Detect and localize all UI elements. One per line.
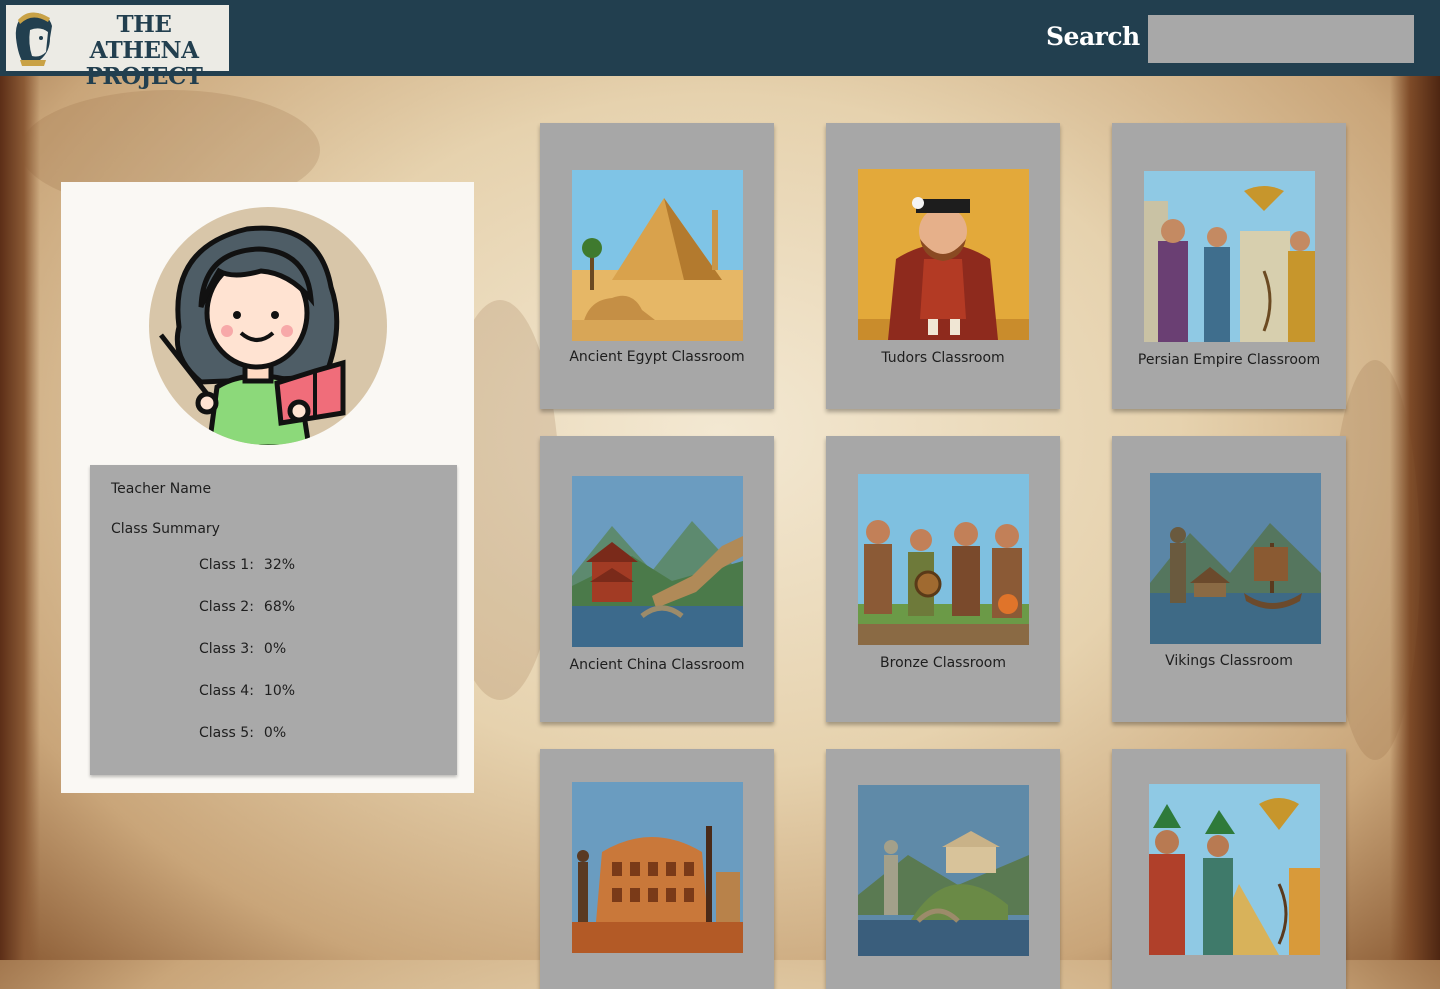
logo-line-1: THE ATHENA <box>89 11 199 64</box>
classroom-card-vikings[interactable]: Vikings Classroom <box>1112 436 1346 722</box>
classroom-card-bronze[interactable]: Bronze Classroom <box>826 436 1060 722</box>
class-summary-row: Class 2: 68% <box>199 599 295 615</box>
class-label: Class 4: <box>199 683 254 699</box>
classroom-card-ancient-egypt[interactable]: Ancient Egypt Classroom <box>540 123 774 409</box>
class-percent: 68% <box>263 599 296 615</box>
classroom-card-tudors[interactable]: Tudors Classroom <box>826 123 1060 409</box>
classroom-title: Ancient China Classroom <box>569 657 745 673</box>
aztec-figures-image <box>1149 784 1320 955</box>
spartan-helmet-icon <box>10 8 56 68</box>
classroom-title: Vikings Classroom <box>1165 653 1293 669</box>
search-input[interactable] <box>1148 15 1414 63</box>
classroom-title: Bronze Classroom <box>880 655 1006 671</box>
bronze-age-people-image <box>858 474 1029 645</box>
classroom-card-ancient-china[interactable]: Ancient China Classroom <box>540 436 774 722</box>
colosseum-image <box>572 782 743 953</box>
classroom-card-persian-empire[interactable]: Persian Empire Classroom <box>1112 123 1346 409</box>
tudor-king-image <box>858 169 1029 340</box>
teacher-avatar[interactable] <box>149 207 387 445</box>
class-label: Class 3: <box>199 641 254 657</box>
class-label: Class 5: <box>199 725 254 741</box>
class-percent: 0% <box>263 725 287 741</box>
class-summary-title: Class Summary <box>111 521 220 537</box>
parchment-edge-left <box>0 76 40 960</box>
class-label: Class 1: <box>199 557 254 573</box>
pyramid-sphinx-image <box>572 170 743 341</box>
class-percent: 32% <box>263 557 296 573</box>
class-summary-row: Class 1: 32% <box>199 557 295 573</box>
classroom-card-aztec[interactable] <box>1112 749 1346 989</box>
greek-temple-image <box>858 785 1029 956</box>
pagoda-great-wall-image <box>572 476 743 647</box>
class-summary-row: Class 4: 10% <box>199 683 295 699</box>
top-header: THE ATHENA PROJECT Search <box>0 0 1440 90</box>
logo-line-2: PROJECT <box>85 63 203 90</box>
class-label: Class 2: <box>199 599 254 615</box>
class-percent: 0% <box>263 641 287 657</box>
logo-title: THE ATHENA PROJECT <box>62 12 226 90</box>
classroom-card-greece[interactable] <box>826 749 1060 989</box>
class-summary-row: Class 5: 0% <box>199 725 286 741</box>
persian-figures-image <box>1144 171 1315 342</box>
viking-ship-image <box>1150 473 1321 644</box>
teacher-name: Teacher Name <box>111 481 212 497</box>
class-summary-card: Teacher Name Class Summary Class 1: 32% C… <box>90 465 457 775</box>
classroom-title: Ancient Egypt Classroom <box>569 349 745 365</box>
classroom-title: Persian Empire Classroom <box>1137 352 1321 368</box>
search-label: Search <box>1046 22 1140 51</box>
classroom-title: Tudors Classroom <box>881 350 1005 366</box>
athena-logo[interactable]: THE ATHENA PROJECT <box>6 5 229 90</box>
classroom-card-rome[interactable] <box>540 749 774 989</box>
class-summary-row: Class 3: 0% <box>199 641 286 657</box>
class-percent: 10% <box>263 683 296 699</box>
